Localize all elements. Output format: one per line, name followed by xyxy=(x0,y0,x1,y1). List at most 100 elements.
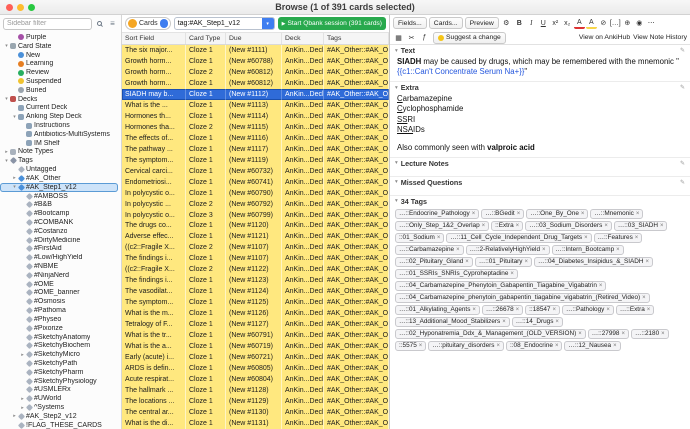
sidebar-item[interactable]: #Osmosis xyxy=(0,297,118,306)
table-row[interactable]: Endometriosi... Cloze 1 (New #60741) AnK… xyxy=(122,177,389,188)
remove-tag-icon[interactable]: × xyxy=(525,259,529,265)
sidebar-item[interactable]: Purple xyxy=(0,33,118,42)
remove-tag-icon[interactable]: × xyxy=(472,211,476,217)
zoom-window-button[interactable] xyxy=(28,4,35,11)
table-row[interactable]: What is the tr... Cloze 1 (New #60791) A… xyxy=(122,330,389,341)
tag-pill[interactable]: …::01_Alkylating_Agents × xyxy=(395,305,480,315)
remove-tag-icon[interactable]: × xyxy=(472,307,476,313)
remove-tag-icon[interactable]: × xyxy=(510,271,514,277)
sidebar-item[interactable]: ▸ Note Types xyxy=(0,148,118,157)
disclosure-icon[interactable]: ▸ xyxy=(3,149,10,155)
table-row[interactable]: Acute respirat... Cloze 1 (New #60804) A… xyxy=(122,374,389,385)
plain-text-toggle-icon[interactable]: ✎ xyxy=(680,47,685,54)
sidebar-item[interactable]: #SketchyPharm xyxy=(0,368,118,377)
format-icon[interactable]: A xyxy=(586,17,597,29)
tag-pill[interactable]: …::Intern_Bootcamp × xyxy=(552,245,624,255)
sidebar-item[interactable]: IM Shelf xyxy=(0,139,118,148)
disclosure-icon[interactable]: ▸ xyxy=(19,352,26,358)
tag-pill[interactable]: ::18547 × xyxy=(525,305,560,315)
sidebar-item[interactable]: Untagged xyxy=(0,165,118,174)
chevron-down-icon[interactable]: ▾ xyxy=(395,198,398,204)
gear-icon[interactable]: ⚙ xyxy=(501,17,512,29)
format-icon[interactable]: I xyxy=(526,17,537,29)
sidebar-item[interactable]: #NBME xyxy=(0,262,118,271)
sidebar-item[interactable]: Antibiotics-MultiSystems xyxy=(0,130,118,139)
tag-pill[interactable]: …::Extra × xyxy=(616,305,654,315)
chevron-down-icon[interactable]: ▾ xyxy=(395,179,398,185)
disclosure-icon[interactable]: ▸ xyxy=(19,405,26,411)
sidebar-item[interactable]: ▸ #SketchyMicro xyxy=(0,350,118,359)
chevron-down-icon[interactable]: ▾ xyxy=(395,48,398,54)
remove-tag-icon[interactable]: × xyxy=(516,307,520,313)
sidebar-item[interactable]: Current Deck xyxy=(0,104,118,113)
remove-tag-icon[interactable]: × xyxy=(578,331,582,337)
table-row[interactable]: What is the a... Cloze 1 (New #60719) An… xyxy=(122,341,389,352)
tags-area[interactable]: …::Endocrine_Pathology × …::BGedit × …::… xyxy=(390,207,690,429)
tag-pill[interactable]: …::Endocrine_Pathology × xyxy=(395,209,479,219)
sidebar-filter-input[interactable] xyxy=(3,18,92,30)
cards-notes-toggle[interactable]: Cards xyxy=(125,17,171,30)
table-row[interactable]: The findings i... Cloze 1 (New #1107) An… xyxy=(122,253,389,264)
tag-pill[interactable]: …::04_Carbamazepine_phenytoin_gabapentin… xyxy=(395,293,650,303)
field-extra-content[interactable]: Carbamazepine Cyclophosphamide SSRI NSAI… xyxy=(390,93,690,158)
start-qbank-button[interactable]: ▶ Start Qbank session (391 cards) xyxy=(278,17,386,30)
format-icon[interactable]: ⊕ xyxy=(622,17,633,29)
table-row[interactable]: ((c2::Fragile X... Cloze 2 (New #1122) A… xyxy=(122,264,389,275)
plain-text-toggle-icon[interactable]: ✎ xyxy=(680,179,685,186)
table-row[interactable]: ((c2::Fragile X... Cloze 2 (New #1107) A… xyxy=(122,242,389,253)
sidebar-item[interactable]: #Pixorize xyxy=(0,324,118,333)
sidebar-item[interactable]: #Physeo xyxy=(0,315,118,324)
remove-tag-icon[interactable]: × xyxy=(621,331,625,337)
view-note-history-button[interactable]: View Note History xyxy=(633,34,687,41)
remove-tag-icon[interactable]: × xyxy=(599,283,603,289)
column-header-card-type[interactable]: Card Type xyxy=(186,33,226,44)
table-row[interactable]: Growth horm... Cloze 1 (New #60788) AnKi… xyxy=(122,56,389,67)
remove-tag-icon[interactable]: × xyxy=(584,235,588,241)
remove-tag-icon[interactable]: × xyxy=(616,247,620,253)
search-dropdown-button[interactable]: ▾ xyxy=(262,18,274,29)
tag-pill[interactable]: …::2-RelativelyHighYield × xyxy=(466,245,550,255)
remove-tag-icon[interactable]: × xyxy=(635,235,639,241)
format-icon[interactable]: U xyxy=(538,17,549,29)
sidebar-item[interactable]: #OME_banner xyxy=(0,289,118,298)
table-row[interactable]: The pathway ... Cloze 1 (New #1117) AnKi… xyxy=(122,144,389,155)
tag-pill[interactable]: …::26678 × xyxy=(482,305,523,315)
table-row[interactable]: In polycystic o... Cloze 1 (New #60790) … xyxy=(122,188,389,199)
tag-pill[interactable]: …::03_Sodium_Disorders × xyxy=(525,221,612,231)
cards-button[interactable]: Cards... xyxy=(429,17,463,29)
remove-tag-icon[interactable]: × xyxy=(661,331,665,337)
sidebar-item[interactable]: New xyxy=(0,51,118,60)
tag-pill[interactable]: …::14_Drugs × xyxy=(512,317,563,327)
chevron-down-icon[interactable]: ▾ xyxy=(395,160,398,166)
sidebar-item[interactable]: Learning xyxy=(0,59,118,68)
remove-tag-icon[interactable]: × xyxy=(552,307,556,313)
disclosure-icon[interactable]: ▾ xyxy=(3,43,10,49)
table-row[interactable]: What is the ... Cloze 1 (New #1113) AnKi… xyxy=(122,100,389,111)
minimize-window-button[interactable] xyxy=(17,4,24,11)
plain-text-toggle-icon[interactable]: ✎ xyxy=(680,160,685,167)
format-icon[interactable]: B xyxy=(514,17,525,29)
sidebar-item[interactable]: #USMLERx xyxy=(0,386,118,395)
table-row[interactable]: ARDS is defin... Cloze 1 (New #60805) An… xyxy=(122,363,389,374)
sidebar-item[interactable]: ▾ Tags xyxy=(0,156,118,165)
tag-pill[interactable]: …::12_Nausea × xyxy=(564,341,620,351)
suggest-change-button[interactable]: Suggest a change xyxy=(433,32,506,44)
table-row[interactable]: The effects of... Cloze 1 (New #1116) An… xyxy=(122,133,389,144)
remove-tag-icon[interactable]: × xyxy=(604,223,608,229)
table-row[interactable]: The drugs co... Cloze 1 (New #1120) AnKi… xyxy=(122,221,389,232)
column-header-sort-field[interactable]: Sort Field xyxy=(122,33,186,44)
field-header-text[interactable]: ▾ Text ✎ xyxy=(390,45,690,56)
sidebar-item[interactable]: #COMBANK xyxy=(0,218,118,227)
table-row[interactable]: The central ar... Cloze 1 (New #1130) An… xyxy=(122,407,389,418)
remove-tag-icon[interactable]: × xyxy=(542,247,546,253)
tag-pill[interactable]: …::11_Cell_Cycle_Independent_Drug_Target… xyxy=(446,233,591,243)
tag-pill[interactable]: …::04_Diabetes_Insipidus_&_SIADH × xyxy=(534,257,653,267)
table-row[interactable]: Cervical carci... Cloze 1 (New #60732) A… xyxy=(122,166,389,177)
sidebar-item[interactable]: #B&B xyxy=(0,200,118,209)
remove-tag-icon[interactable]: × xyxy=(642,295,646,301)
table-row[interactable]: The findings i... Cloze 1 (New #1123) An… xyxy=(122,275,389,286)
sidebar-item[interactable]: #FirstAid xyxy=(0,245,118,254)
column-header-tags[interactable]: Tags xyxy=(324,33,389,44)
table-row[interactable]: Tetralogy of F... Cloze 1 (New #1127) An… xyxy=(122,319,389,330)
field-lecture-notes-content[interactable] xyxy=(390,169,690,177)
